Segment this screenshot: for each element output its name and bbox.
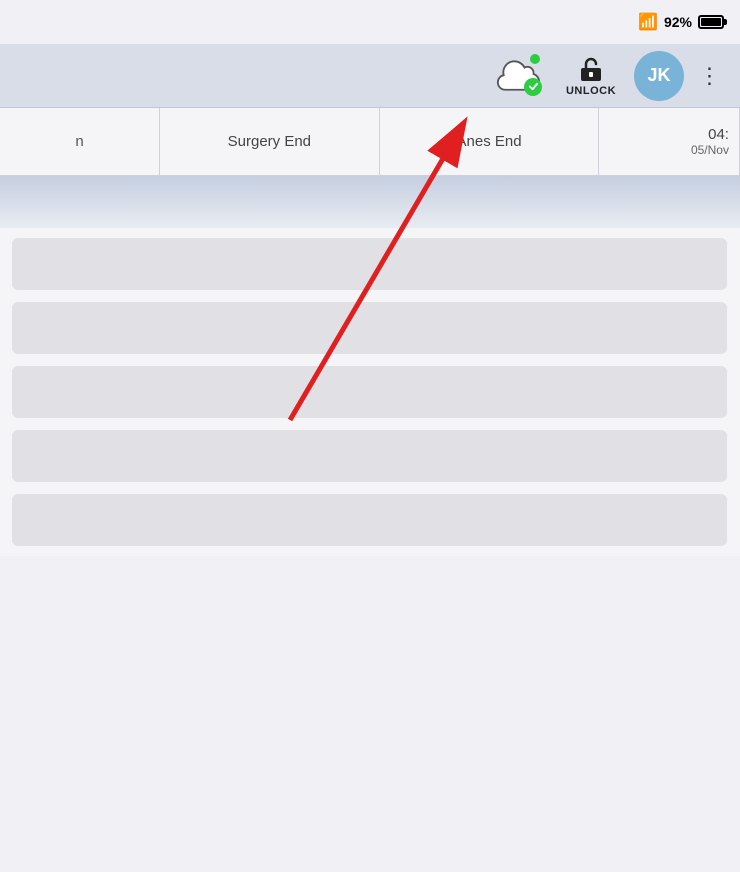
col-header-anes-end: Anes End bbox=[380, 108, 600, 175]
col-header-left-text: n bbox=[75, 133, 83, 150]
col-header-time: 04: 05/Nov bbox=[599, 108, 740, 175]
rows-container bbox=[0, 228, 740, 556]
cloud-icon-wrap bbox=[496, 58, 540, 94]
more-menu-button[interactable]: ⋮ bbox=[692, 58, 728, 94]
battery-percent: 92% bbox=[664, 14, 692, 30]
avatar-initials: JK bbox=[647, 65, 670, 86]
wifi-icon: 📶 bbox=[638, 12, 658, 32]
col-surgery-end-label: Surgery End bbox=[228, 133, 311, 150]
unlock-button[interactable]: UNLOCK bbox=[556, 48, 626, 104]
table-row bbox=[12, 302, 727, 354]
table-row bbox=[12, 366, 727, 418]
cloud-sync-button[interactable] bbox=[488, 46, 548, 106]
gradient-header bbox=[0, 176, 740, 228]
table-row bbox=[12, 494, 727, 546]
status-bar: 📶 92% bbox=[0, 0, 740, 44]
more-icon: ⋮ bbox=[699, 63, 722, 89]
table-row bbox=[12, 238, 727, 290]
user-avatar[interactable]: JK bbox=[634, 51, 684, 101]
col-time-label: 04: bbox=[708, 126, 729, 143]
table-row bbox=[12, 430, 727, 482]
col-header-left: n bbox=[0, 108, 160, 175]
col-anes-end-label: Anes End bbox=[457, 133, 522, 150]
col-date-sub: 05/Nov bbox=[691, 143, 729, 157]
battery-icon bbox=[698, 15, 724, 29]
unlock-label: UNLOCK bbox=[566, 85, 616, 97]
column-headers: n Surgery End Anes End 04: 05/Nov bbox=[0, 108, 740, 176]
unlock-icon bbox=[577, 55, 605, 83]
toolbar: UNLOCK JK ⋮ bbox=[0, 44, 740, 108]
cloud-check-badge bbox=[524, 78, 542, 96]
main-content bbox=[0, 176, 740, 556]
col-header-surgery-end: Surgery End bbox=[160, 108, 380, 175]
